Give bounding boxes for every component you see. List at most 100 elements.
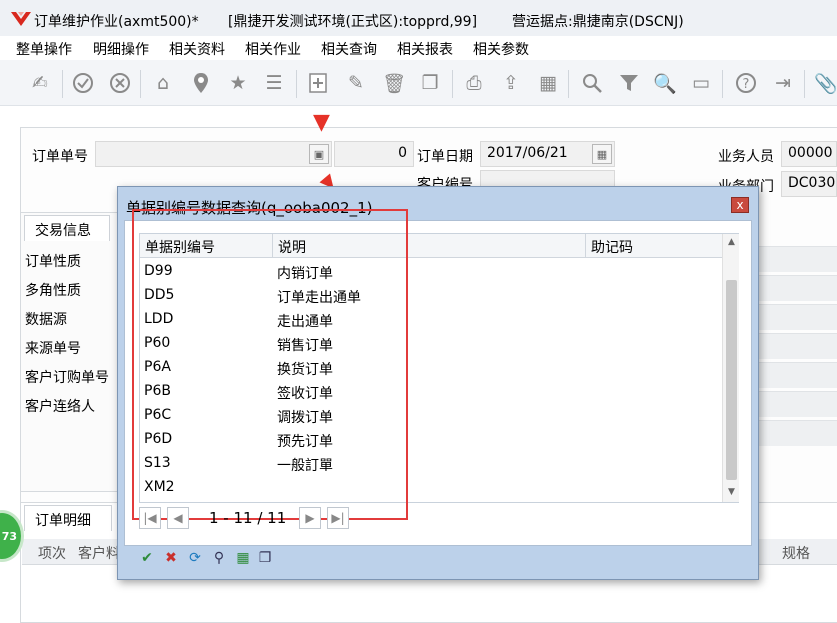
toolbar-divider (140, 70, 141, 98)
arrow-down-icon: ▼ (313, 110, 330, 135)
help-icon[interactable]: ? (734, 71, 758, 95)
col-doc-code[interactable]: 单据别编号 (140, 234, 273, 258)
star-icon[interactable]: ★ (226, 71, 250, 95)
window-titlebar: 订单维护作业(axmt500)* [鼎捷开发测试环境(正式区):topprd,9… (0, 0, 837, 36)
table-row[interactable]: LDD 走出通单 (140, 308, 722, 332)
window-title: 订单维护作业(axmt500)* (34, 14, 199, 30)
toolbar-divider (296, 70, 297, 98)
table-row[interactable]: P6A 换货订单 (140, 356, 722, 380)
row-code: DD5 (144, 287, 175, 303)
list-icon[interactable]: ☰ (262, 71, 286, 95)
order-no-label: 订单单号 (32, 149, 88, 165)
check-icon[interactable] (71, 71, 95, 95)
attach-icon[interactable]: 📎 (814, 71, 837, 95)
row-code: XM2 (144, 479, 175, 495)
order-no-lookup-icon[interactable]: ▣ (309, 144, 329, 164)
print-icon[interactable]: ⎙ (462, 71, 486, 95)
tab-order-detail[interactable]: 订单明细 (24, 505, 112, 531)
menu-related-data[interactable]: 相关资料 (169, 39, 225, 59)
first-page-icon[interactable]: |◀ (139, 507, 161, 529)
toolbar: ✍ ⌂ ★ ☰ ✎ 🗑 ❐ ⎙ ⇪ ▦ 🔍 ▭ ? ⇥ 📎 (0, 60, 837, 106)
scroll-down-icon[interactable]: ▼ (723, 484, 740, 500)
export-icon[interactable]: ⇪ (499, 71, 523, 95)
row-desc: 走出通单 (277, 314, 333, 330)
order-no-field[interactable] (95, 141, 332, 167)
col-customer-part[interactable]: 客户料 (78, 543, 120, 563)
exit-icon[interactable]: ⇥ (771, 71, 795, 95)
menu-detail-ops[interactable]: 明细操作 (93, 39, 149, 59)
table-row[interactable]: P6D 预先订单 (140, 428, 722, 452)
delete-icon[interactable]: 🗑 (382, 71, 406, 95)
right-field-strip (758, 275, 837, 301)
row-code: P6A (144, 359, 171, 375)
prev-page-icon[interactable]: ◀ (167, 507, 189, 529)
zoom-search-icon[interactable]: 🔍 (653, 71, 677, 95)
grid-scrollbar[interactable]: ▲ ▼ (722, 234, 739, 502)
menu-related-jobs[interactable]: 相关作业 (245, 39, 301, 59)
close-icon[interactable]: x (731, 197, 749, 213)
sign-icon[interactable]: ✍ (28, 71, 52, 95)
row-desc: 销售订单 (277, 338, 333, 354)
menu-related-query[interactable]: 相关查询 (321, 39, 377, 59)
menu-related-reports[interactable]: 相关报表 (397, 39, 453, 59)
table-row[interactable]: P6B 签收订单 (140, 380, 722, 404)
table-row[interactable]: P60 销售订单 (140, 332, 722, 356)
lookup-dialog: 单据别编号数据查询(q_ooba002_1) x 单据别编号 说明 助记码 D9… (117, 186, 759, 580)
copy-icon[interactable]: ❐ (418, 71, 442, 95)
toolbar-divider (568, 70, 569, 98)
source-no-label: 来源单号 (25, 341, 81, 357)
pager: |◀ ◀ 1 - 11 / 11 ▶ ▶| (139, 504, 739, 534)
search-icon[interactable]: ⚲ (210, 549, 228, 567)
row-desc: 换货订单 (277, 362, 333, 378)
order-count-field: 0 (334, 141, 414, 167)
row-code: P6D (144, 431, 173, 447)
table-row[interactable]: D99 内销订单 (140, 260, 722, 284)
right-field-strip (758, 333, 837, 359)
next-page-icon[interactable]: ▶ (299, 507, 321, 529)
ok-icon[interactable]: ✔ (138, 549, 156, 567)
dialog-body: 单据别编号 说明 助记码 D99 内销订单 DD5 订单走出通单 LDD 走出通… (124, 209, 752, 546)
copy-icon[interactable]: ❐ (256, 549, 274, 567)
row-code: P6B (144, 383, 171, 399)
pin-icon[interactable] (189, 71, 213, 95)
edit-icon[interactable]: ✎ (344, 71, 368, 95)
right-field-strip (758, 304, 837, 330)
app-logo-icon (11, 12, 31, 26)
scroll-thumb[interactable] (726, 280, 737, 480)
menu-related-params[interactable]: 相关参数 (473, 39, 529, 59)
table-row[interactable]: P6C 调拨订单 (140, 404, 722, 428)
col-item-no[interactable]: 项次 (38, 543, 66, 563)
col-mnemonic[interactable]: 助记码 (586, 234, 722, 258)
cancel-icon[interactable] (108, 71, 132, 95)
right-field-strip (758, 246, 837, 272)
scroll-up-icon[interactable]: ▲ (723, 234, 740, 250)
dialog-footer: ✔ ✖ ⟳ ⚲ ▦ ❐ (138, 549, 438, 569)
col-description[interactable]: 说明 (273, 234, 586, 258)
cancel-icon[interactable]: ✖ (162, 549, 180, 567)
search-icon[interactable] (580, 71, 604, 95)
refresh-icon[interactable]: ⟳ (186, 549, 204, 567)
grid-icon[interactable]: ▦ (536, 71, 560, 95)
table-row[interactable]: S13 一般訂單 (140, 452, 722, 476)
col-spec[interactable]: 规格 (782, 543, 810, 563)
new-icon[interactable] (306, 71, 330, 95)
calendar-icon[interactable]: ▦ (592, 144, 612, 164)
last-page-icon[interactable]: ▶| (327, 507, 349, 529)
order-date-label: 订单日期 (417, 149, 473, 165)
row-code: P60 (144, 335, 171, 351)
filter-icon[interactable] (617, 71, 641, 95)
tab-transaction-info[interactable]: 交易信息 (24, 215, 110, 241)
dept-field[interactable]: DC0300 (781, 171, 837, 197)
menu-document-ops[interactable]: 整单操作 (16, 39, 72, 59)
home-icon[interactable]: ⌂ (151, 71, 175, 95)
customer-po-label: 客户订购单号 (25, 370, 109, 386)
row-code: LDD (144, 311, 174, 327)
order-type-label: 订单性质 (25, 254, 81, 270)
salesperson-field[interactable]: 00000 (781, 141, 837, 167)
save-icon[interactable]: ▭ (689, 71, 713, 95)
environment-label: [鼎捷开发测试环境(正式区):topprd,99] (228, 14, 478, 30)
toolbar-divider (62, 70, 63, 98)
table-row[interactable]: XM2 (140, 476, 722, 500)
table-row[interactable]: DD5 订单走出通单 (140, 284, 722, 308)
export-icon[interactable]: ▦ (234, 549, 252, 567)
